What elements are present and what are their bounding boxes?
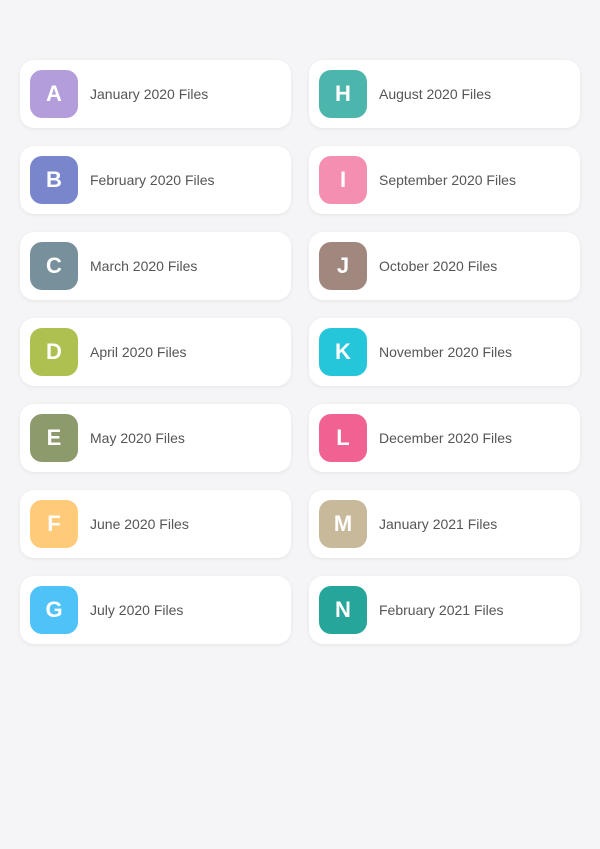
icon-badge-m: M — [319, 500, 367, 548]
icon-badge-n: N — [319, 586, 367, 634]
icon-badge-e: E — [30, 414, 78, 462]
icon-badge-i: I — [319, 156, 367, 204]
icon-badge-h: H — [319, 70, 367, 118]
file-label-c: March 2020 Files — [90, 258, 197, 274]
file-label-g: July 2020 Files — [90, 602, 183, 618]
file-label-b: February 2020 Files — [90, 172, 215, 188]
file-grid: A January 2020 Files H August 2020 Files B Fe… — [20, 60, 580, 644]
file-label-j: October 2020 Files — [379, 258, 497, 274]
file-item-a[interactable]: A January 2020 Files — [20, 60, 291, 128]
file-item-n[interactable]: N February 2021 Files — [309, 576, 580, 644]
icon-badge-a: A — [30, 70, 78, 118]
file-label-k: November 2020 Files — [379, 344, 512, 360]
file-label-e: May 2020 Files — [90, 430, 185, 446]
file-item-b[interactable]: B February 2020 Files — [20, 146, 291, 214]
file-label-l: December 2020 Files — [379, 430, 512, 446]
file-item-j[interactable]: J October 2020 Files — [309, 232, 580, 300]
file-item-l[interactable]: L December 2020 Files — [309, 404, 580, 472]
file-item-d[interactable]: D April 2020 Files — [20, 318, 291, 386]
file-item-h[interactable]: H August 2020 Files — [309, 60, 580, 128]
file-item-i[interactable]: I September 2020 Files — [309, 146, 580, 214]
file-label-i: September 2020 Files — [379, 172, 516, 188]
file-label-n: February 2021 Files — [379, 602, 504, 618]
icon-badge-b: B — [30, 156, 78, 204]
file-item-g[interactable]: G July 2020 Files — [20, 576, 291, 644]
icon-badge-c: C — [30, 242, 78, 290]
icon-badge-j: J — [319, 242, 367, 290]
file-label-m: January 2021 Files — [379, 516, 497, 532]
file-label-f: June 2020 Files — [90, 516, 189, 532]
file-label-h: August 2020 Files — [379, 86, 491, 102]
file-item-c[interactable]: C March 2020 Files — [20, 232, 291, 300]
icon-badge-g: G — [30, 586, 78, 634]
icon-badge-k: K — [319, 328, 367, 376]
file-label-d: April 2020 Files — [90, 344, 187, 360]
icon-badge-d: D — [30, 328, 78, 376]
icon-badge-l: L — [319, 414, 367, 462]
file-item-m[interactable]: M January 2021 Files — [309, 490, 580, 558]
file-item-k[interactable]: K November 2020 Files — [309, 318, 580, 386]
file-item-f[interactable]: F June 2020 Files — [20, 490, 291, 558]
file-label-a: January 2020 Files — [90, 86, 208, 102]
icon-badge-f: F — [30, 500, 78, 548]
file-item-e[interactable]: E May 2020 Files — [20, 404, 291, 472]
